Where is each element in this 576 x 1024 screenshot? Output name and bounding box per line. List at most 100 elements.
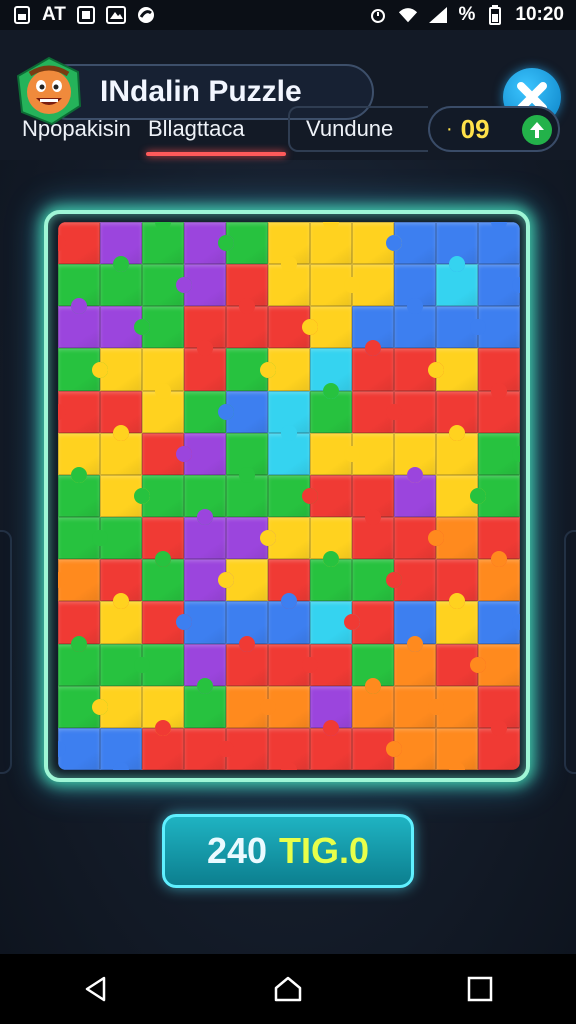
puzzle-piece[interactable]	[478, 601, 520, 644]
puzzle-piece[interactable]	[352, 509, 394, 560]
puzzle-piece[interactable]	[184, 340, 226, 391]
puzzle-piece[interactable]	[92, 685, 142, 728]
puzzle-piece[interactable]	[302, 306, 352, 349]
puzzle-piece[interactable]	[428, 517, 478, 560]
puzzle-piece[interactable]	[268, 727, 310, 770]
recents-square-icon[interactable]	[450, 959, 510, 1019]
puzzle-piece[interactable]	[218, 390, 268, 433]
puzzle-piece[interactable]	[226, 298, 268, 349]
status-right: % 10:20	[368, 4, 564, 26]
puzzle-piece[interactable]	[394, 635, 436, 686]
puzzle-piece[interactable]	[260, 348, 310, 391]
puzzle-piece[interactable]	[218, 727, 268, 770]
puzzle-piece[interactable]	[470, 643, 520, 686]
puzzle-piece[interactable]	[310, 222, 352, 265]
home-icon[interactable]	[258, 959, 318, 1019]
puzzle-piece[interactable]	[302, 474, 352, 518]
puzzle-piece[interactable]	[100, 424, 142, 475]
puzzle-piece[interactable]	[176, 432, 226, 475]
puzzle-piece[interactable]	[352, 340, 394, 391]
puzzle-piece[interactable]	[142, 719, 184, 770]
puzzle-piece[interactable]	[100, 256, 142, 307]
piece-knob	[302, 487, 318, 504]
puzzle-piece[interactable]	[58, 559, 100, 602]
puzzle-board[interactable]	[58, 222, 520, 770]
puzzle-piece[interactable]	[100, 727, 142, 770]
puzzle-piece[interactable]	[310, 719, 352, 770]
puzzle-piece[interactable]	[134, 474, 184, 518]
piece-knob	[344, 445, 360, 462]
puzzle-piece[interactable]	[478, 264, 520, 307]
puzzle-piece[interactable]	[302, 643, 352, 686]
puzzle-piece[interactable]	[386, 390, 436, 433]
piece-knob	[260, 361, 276, 378]
puzzle-piece[interactable]	[436, 256, 478, 307]
puzzle-piece[interactable]	[176, 264, 226, 307]
puzzle-piece[interactable]	[310, 551, 352, 602]
puzzle-piece[interactable]	[428, 685, 478, 728]
puzzle-piece[interactable]	[394, 466, 436, 518]
piece-knob	[113, 424, 129, 441]
puzzle-piece[interactable]	[478, 551, 520, 602]
piece-knob	[71, 635, 87, 652]
puzzle-piece[interactable]	[134, 643, 184, 686]
puzzle-piece[interactable]	[386, 559, 436, 602]
puzzle-piece[interactable]	[344, 264, 394, 307]
up-arrow-icon[interactable]	[522, 115, 552, 145]
piece-knob	[344, 277, 360, 294]
puzzle-piece[interactable]	[478, 382, 520, 433]
puzzle-piece[interactable]	[478, 222, 520, 265]
puzzle-piece[interactable]	[428, 348, 478, 391]
puzzle-piece[interactable]	[142, 551, 184, 602]
puzzle-piece[interactable]	[386, 222, 436, 265]
piece-knob	[58, 403, 66, 420]
right-side-tab	[564, 530, 576, 774]
puzzle-piece[interactable]	[260, 517, 310, 560]
puzzle-piece[interactable]	[394, 298, 436, 349]
puzzle-piece[interactable]	[436, 424, 478, 475]
puzzle-piece[interactable]	[58, 466, 100, 518]
piece-knob	[491, 382, 507, 399]
puzzle-piece[interactable]	[344, 601, 394, 644]
piece-knob	[449, 424, 465, 441]
puzzle-piece[interactable]	[386, 727, 436, 770]
puzzle-piece[interactable]	[478, 432, 520, 475]
puzzle-piece[interactable]	[176, 601, 226, 644]
puzzle-piece[interactable]	[268, 256, 310, 307]
tab-bllagttaca[interactable]: Bllagttaca	[148, 116, 245, 142]
puzzle-piece[interactable]	[226, 466, 268, 518]
puzzle-piece[interactable]	[134, 306, 184, 349]
tab-npopakisin[interactable]: Npopakisin	[22, 116, 131, 142]
back-triangle-icon[interactable]	[66, 959, 126, 1019]
puzzle-piece[interactable]	[92, 517, 142, 560]
puzzle-piece[interactable]	[344, 432, 394, 475]
score-dot: ·	[446, 117, 453, 140]
puzzle-piece[interactable]	[436, 727, 478, 770]
puzzle-piece[interactable]	[268, 424, 310, 475]
puzzle-piece[interactable]	[470, 474, 520, 518]
puzzle-piece[interactable]	[100, 593, 142, 644]
puzzle-piece[interactable]	[92, 348, 142, 391]
puzzle-piece[interactable]	[218, 222, 268, 265]
puzzle-piece[interactable]	[218, 559, 268, 602]
puzzle-piece[interactable]	[226, 635, 268, 686]
puzzle-piece[interactable]	[184, 677, 226, 728]
puzzle-piece[interactable]	[268, 593, 310, 644]
piece-knob	[239, 298, 255, 315]
puzzle-piece[interactable]	[142, 222, 184, 265]
puzzle-piece[interactable]	[352, 677, 394, 728]
piece-count-button[interactable]: 240 TIG.0	[162, 814, 414, 888]
puzzle-piece[interactable]	[58, 635, 100, 686]
puzzle-piece[interactable]	[260, 685, 310, 728]
puzzle-piece[interactable]	[142, 382, 184, 433]
puzzle-piece[interactable]	[478, 719, 520, 770]
puzzle-piece[interactable]	[436, 593, 478, 644]
puzzle-piece[interactable]	[310, 382, 352, 433]
puzzle-piece[interactable]	[58, 298, 100, 349]
puzzle-piece[interactable]	[470, 306, 520, 349]
puzzle-piece[interactable]	[58, 727, 100, 770]
puzzle-piece[interactable]	[58, 390, 100, 433]
puzzle-piece[interactable]	[58, 222, 100, 265]
puzzle-piece[interactable]	[184, 509, 226, 560]
piece-knob	[323, 222, 339, 230]
